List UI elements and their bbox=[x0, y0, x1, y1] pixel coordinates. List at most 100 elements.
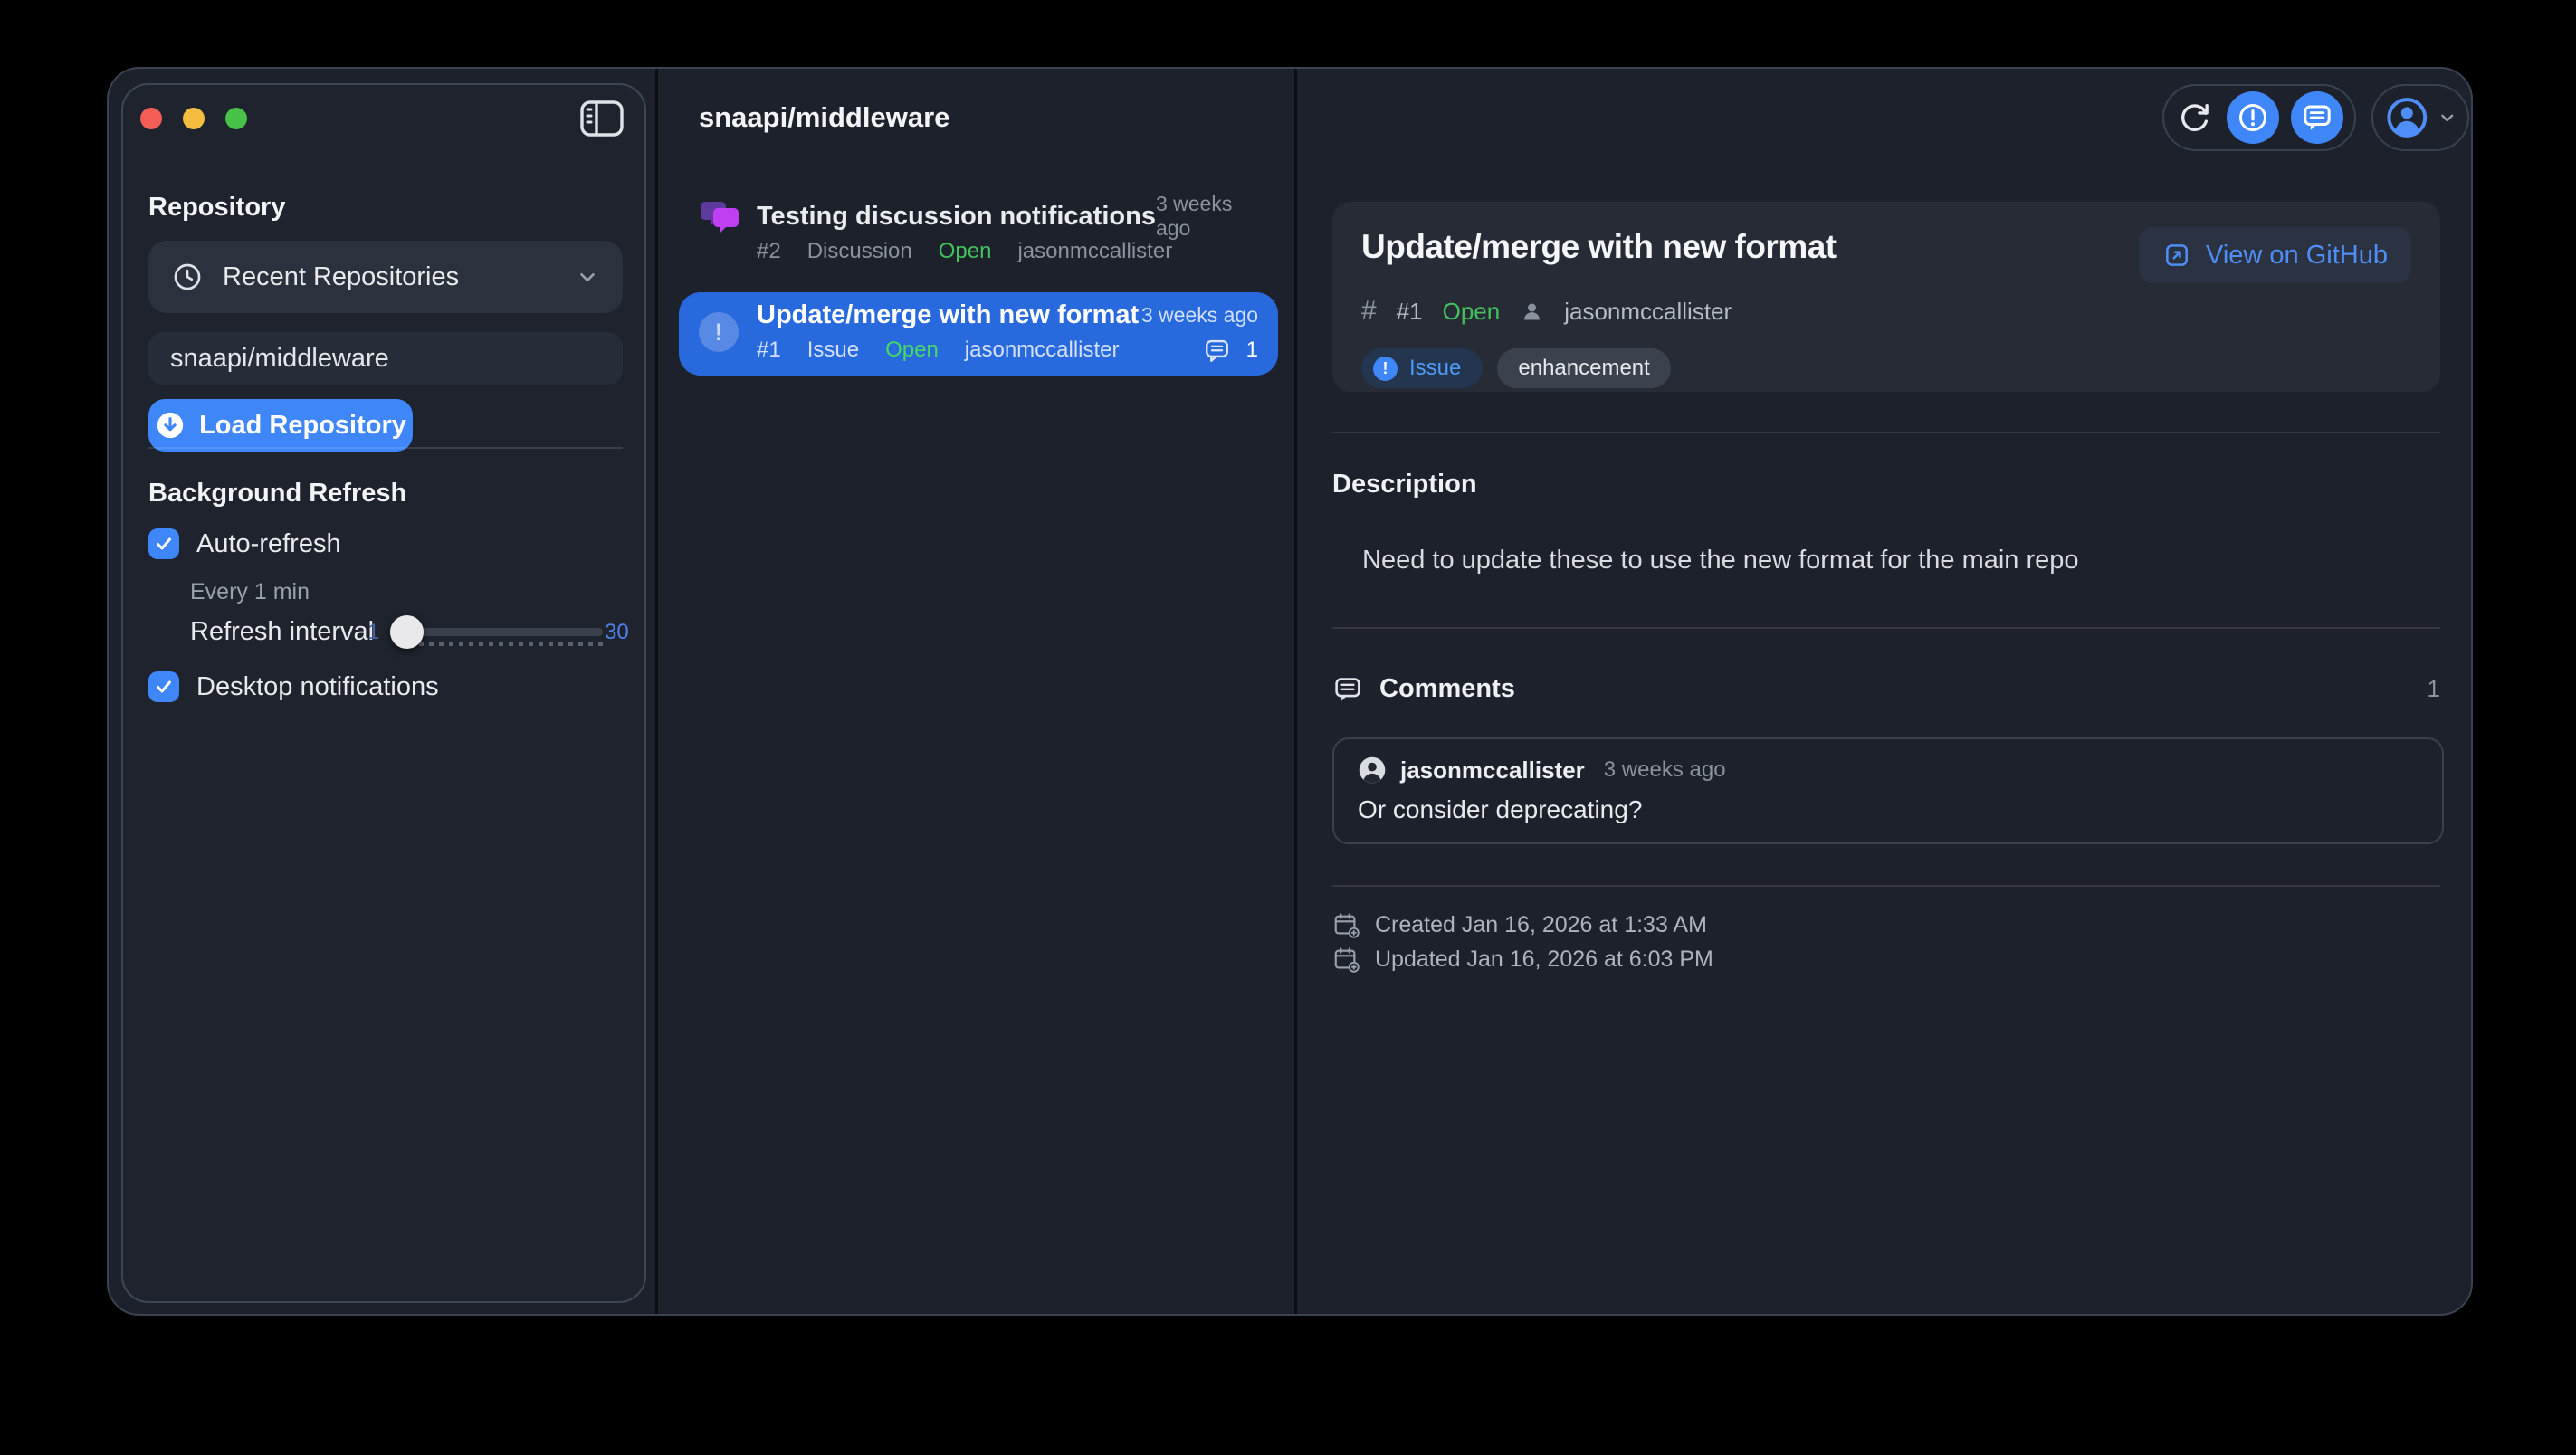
column-divider bbox=[1294, 69, 1297, 1314]
list-item-author: jasonmccallister bbox=[965, 338, 1120, 363]
refresh-icon bbox=[2178, 100, 2212, 135]
comment-bubble-icon bbox=[1332, 674, 1363, 704]
list-item-status: Open bbox=[885, 338, 939, 363]
calendar-icon bbox=[1332, 946, 1360, 973]
desktop-notifications-label: Desktop notifications bbox=[196, 672, 439, 702]
check-icon bbox=[154, 677, 174, 697]
updated-date-text: Updated Jan 16, 2026 at 6:03 PM bbox=[1375, 946, 1713, 973]
list-item-author: jasonmccallister bbox=[1017, 239, 1172, 264]
chevron-down-icon bbox=[2438, 108, 2457, 128]
sidebar-divider bbox=[148, 447, 623, 449]
desktop-notifications-checkbox[interactable] bbox=[148, 671, 179, 702]
check-icon bbox=[154, 534, 174, 554]
load-repository-button[interactable]: Load Repository bbox=[148, 399, 413, 452]
description-heading: Description bbox=[1332, 469, 1477, 499]
app-window: Repository Recent Repositories Load Repo… bbox=[107, 67, 2473, 1316]
issue-exclamation-icon: ! bbox=[1373, 357, 1398, 381]
user-avatar-icon bbox=[2384, 94, 2430, 141]
toolbar bbox=[2162, 84, 2356, 151]
comment-card: jasonmccallister 3 weeks ago Or consider… bbox=[1332, 737, 2444, 844]
issue-status: Open bbox=[1443, 298, 1501, 326]
auto-refresh-checkbox[interactable] bbox=[148, 528, 179, 559]
close-window-button[interactable] bbox=[140, 108, 162, 129]
list-item-status: Open bbox=[939, 239, 992, 264]
slider-min-label: 1 bbox=[367, 620, 379, 645]
comment-time: 3 weeks ago bbox=[1604, 757, 1726, 783]
refresh-interval-row: Refresh interval 1 30 bbox=[190, 613, 634, 651]
repository-input[interactable] bbox=[148, 332, 623, 385]
zoom-window-button[interactable] bbox=[225, 108, 247, 129]
sidebar-toggle-icon[interactable] bbox=[579, 100, 625, 138]
minimize-window-button[interactable] bbox=[183, 108, 205, 129]
issue-header-card: Update/merge with new format View on Git… bbox=[1332, 202, 2440, 392]
background-refresh-heading: Background Refresh bbox=[148, 477, 406, 509]
auto-refresh-checkbox-row[interactable]: Auto-refresh bbox=[148, 526, 341, 562]
comment-author: jasonmccallister bbox=[1400, 756, 1585, 785]
calendar-icon bbox=[1332, 911, 1360, 938]
list-item-issue-selected[interactable]: ! Update/merge with new format 3 weeks a… bbox=[679, 292, 1278, 376]
column-divider bbox=[655, 69, 658, 1314]
created-date-row: Created Jan 16, 2026 at 1:33 AM bbox=[1332, 911, 1707, 938]
list-item-type: Discussion bbox=[807, 239, 912, 264]
info-circle-icon bbox=[2237, 101, 2269, 134]
number-icon: # bbox=[1361, 296, 1377, 327]
desktop-notifications-checkbox-row[interactable]: Desktop notifications bbox=[148, 669, 439, 705]
slider-max-label: 30 bbox=[605, 620, 629, 645]
slider-tick-marks bbox=[409, 642, 603, 646]
chat-bubble-icon bbox=[2301, 101, 2333, 134]
enhancement-label-badge: enhancement bbox=[1497, 348, 1670, 388]
issue-number: #1 bbox=[1397, 298, 1423, 326]
refresh-interval-label: Refresh interval bbox=[190, 617, 374, 647]
section-divider bbox=[1332, 885, 2440, 887]
updated-date-row: Updated Jan 16, 2026 at 6:03 PM bbox=[1332, 946, 1713, 973]
issue-title: Update/merge with new format bbox=[1361, 227, 1837, 267]
refresh-button[interactable] bbox=[2175, 91, 2215, 144]
load-repository-label: Load Repository bbox=[199, 411, 406, 441]
issue-info-button[interactable] bbox=[2227, 91, 2279, 144]
enhancement-badge-label: enhancement bbox=[1518, 356, 1649, 381]
person-icon bbox=[1520, 300, 1544, 324]
user-avatar-icon bbox=[1358, 756, 1387, 785]
chevron-down-icon bbox=[576, 265, 599, 289]
issue-badges: ! Issue enhancement bbox=[1361, 348, 2411, 388]
issue-author: jasonmccallister bbox=[1564, 298, 1732, 326]
external-link-icon bbox=[2162, 241, 2191, 270]
list-item-title: Testing discussion notifications bbox=[757, 202, 1156, 232]
refresh-frequency-text: Every 1 min bbox=[190, 578, 310, 605]
comments-header: Comments 1 bbox=[1332, 674, 2440, 704]
list-item-discussion[interactable]: Testing discussion notifications 3 weeks… bbox=[679, 195, 1278, 285]
sidebar: Repository Recent Repositories Load Repo… bbox=[121, 83, 646, 1303]
arrow-down-circle-icon bbox=[155, 410, 186, 441]
view-on-github-button[interactable]: View on GitHub bbox=[2139, 227, 2411, 283]
view-on-github-label: View on GitHub bbox=[2206, 241, 2388, 271]
issue-type-badge: ! Issue bbox=[1361, 348, 1483, 388]
issue-meta-row: # #1 Open jasonmccallister bbox=[1361, 296, 2411, 327]
comments-count: 1 bbox=[2428, 675, 2440, 703]
refresh-interval-slider-track[interactable] bbox=[395, 628, 603, 636]
recent-repositories-label: Recent Repositories bbox=[223, 262, 459, 292]
comment-body: Or consider deprecating? bbox=[1358, 795, 2419, 824]
auto-refresh-label: Auto-refresh bbox=[196, 529, 341, 559]
list-item-number: #1 bbox=[757, 338, 781, 363]
section-divider bbox=[1332, 627, 2440, 629]
list-item-title: Update/merge with new format bbox=[757, 300, 1139, 330]
repository-heading: Repository bbox=[148, 191, 285, 223]
section-divider bbox=[1332, 432, 2440, 433]
discussion-bubbles-icon bbox=[699, 198, 742, 240]
comments-heading: Comments bbox=[1379, 674, 1515, 704]
list-item-number: #2 bbox=[757, 239, 781, 264]
desktop-background: Repository Recent Repositories Load Repo… bbox=[0, 0, 2576, 1455]
comment-bubble-icon bbox=[1203, 337, 1231, 364]
list-item-time: 3 weeks ago bbox=[1141, 303, 1258, 328]
recent-repositories-dropdown[interactable]: Recent Repositories bbox=[148, 241, 623, 313]
clock-icon bbox=[172, 262, 203, 292]
issue-exclamation-icon: ! bbox=[699, 312, 739, 352]
comments-button[interactable] bbox=[2291, 91, 2343, 144]
list-item-comment-count: 1 bbox=[1246, 338, 1258, 363]
repository-title: snaapi/middleware bbox=[699, 101, 949, 134]
refresh-interval-slider-thumb[interactable] bbox=[390, 615, 424, 649]
description-body: Need to update these to use the new form… bbox=[1362, 545, 2079, 575]
account-menu[interactable] bbox=[2371, 84, 2469, 151]
issue-badge-label: Issue bbox=[1409, 356, 1461, 381]
created-date-text: Created Jan 16, 2026 at 1:33 AM bbox=[1375, 912, 1707, 938]
